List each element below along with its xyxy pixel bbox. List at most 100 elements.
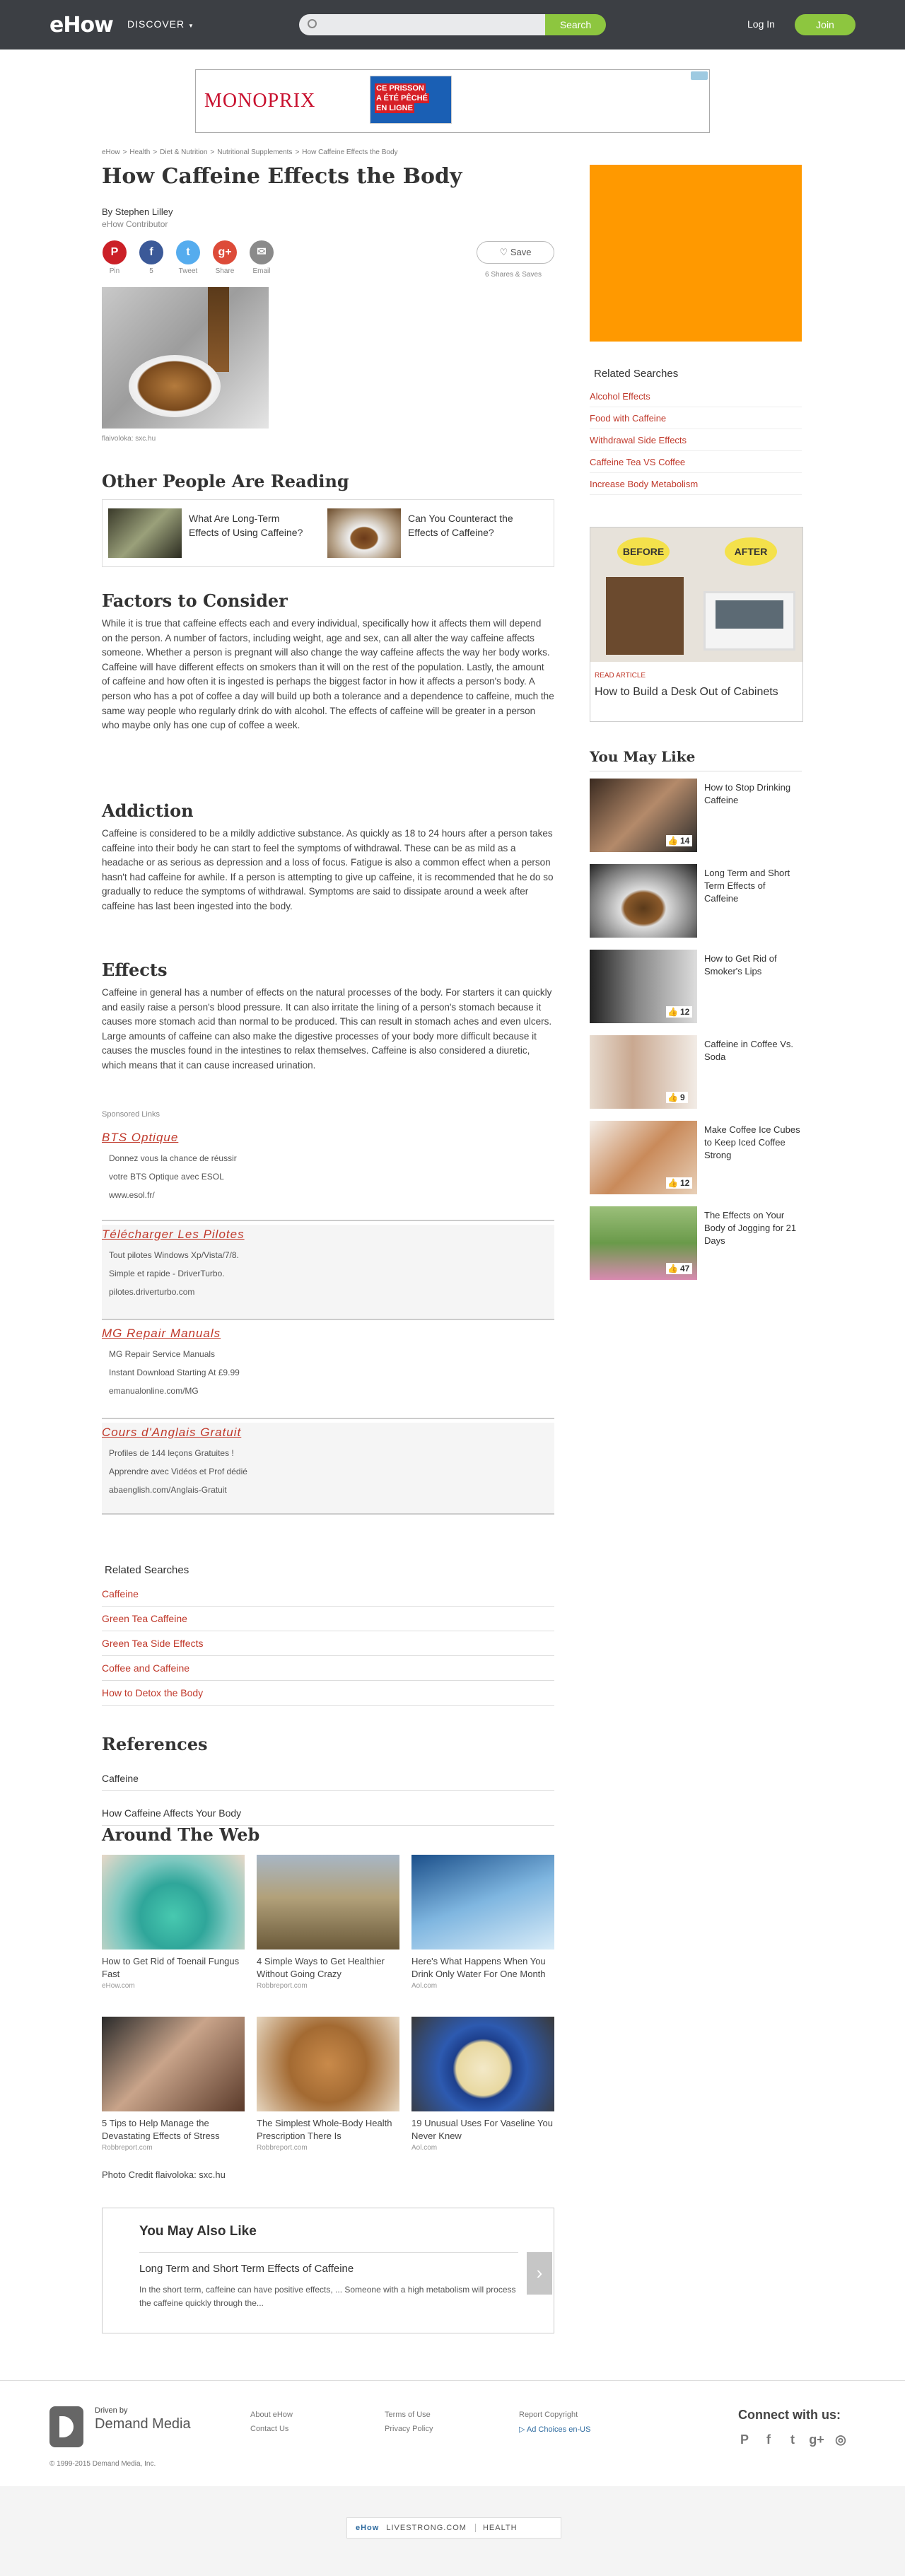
health-link[interactable]: HEALTH <box>474 2524 518 2532</box>
sponsored-ad[interactable]: Cours d'Anglais Gratuit Profiles de 144 … <box>102 1423 554 1515</box>
google-plus-icon[interactable]: g+ <box>809 2432 824 2447</box>
ad-line: Donnez vous la chance de réussir <box>109 1153 237 1163</box>
related-search-link[interactable]: Caffeine <box>102 1582 554 1607</box>
share-pin-button[interactable]: P Pin <box>100 240 129 275</box>
around-web-item[interactable]: How to Get Rid of Toenail Fungus Fast eHo… <box>102 1855 245 1990</box>
like-number: 47 <box>679 1264 690 1274</box>
share-label: 5 <box>149 267 153 275</box>
you-may-like-item[interactable]: 👍 14 How to Stop Drinking Caffeine <box>590 779 802 852</box>
instagram-icon[interactable]: ◎ <box>833 2432 848 2447</box>
ad-url[interactable]: pilotes.driverturbo.com <box>109 1287 554 1297</box>
sidebar-related-searches: Related Searches Alcohol Effects Food wi… <box>590 368 802 495</box>
around-web-source: Aol.com <box>411 2144 438 2152</box>
you-may-like-item[interactable]: 👍 12 How to Get Rid of Smoker's Lips <box>590 950 802 1023</box>
around-web-item[interactable]: The Simplest Whole-Body Health Prescript… <box>257 2017 399 2152</box>
sidebar-related-link[interactable]: Caffeine Tea VS Coffee <box>590 451 802 473</box>
twitter-icon[interactable]: t <box>785 2432 800 2447</box>
related-search-link[interactable]: Coffee and Caffeine <box>102 1656 554 1681</box>
save-button[interactable]: ♡ Save <box>477 241 554 264</box>
promo-title[interactable]: How to Build a Desk Out of Cabinets <box>595 684 778 700</box>
facebook-icon[interactable]: f <box>761 2432 776 2447</box>
ad-url[interactable]: abaenglish.com/Anglais-Gratuit <box>109 1485 554 1495</box>
related-search-link[interactable]: How to Detox the Body <box>102 1681 554 1706</box>
search-button[interactable]: Search <box>545 14 606 35</box>
footer-link[interactable]: Terms of Use <box>385 2411 431 2419</box>
next-arrow-icon[interactable]: › <box>527 2252 552 2295</box>
top-banner-ad[interactable]: MONOPRIX CE PRISSON A ÉTÉ PÊCHÉ EN LIGNE <box>195 69 710 133</box>
sidebar-related-link[interactable]: Increase Body Metabolism <box>590 473 802 495</box>
sponsored-ad[interactable]: MG Repair Manuals MG Repair Service Manu… <box>102 1324 554 1419</box>
ad-line: Tout pilotes Windows Xp/Vista/7/8. <box>109 1250 239 1260</box>
sponsored-ad[interactable]: Télécharger Les Pilotes Tout pilotes Win… <box>102 1225 554 1320</box>
thumbs-up-icon: 👍 <box>667 1092 678 1102</box>
you-may-like-item[interactable]: 👍 47 The Effects on Your Body of Jogging f… <box>590 1206 802 1280</box>
twitter-icon: t <box>176 240 200 264</box>
reading-item[interactable]: Can You Counteract the Effects of Caffei… <box>322 506 534 561</box>
share-facebook-button[interactable]: f5 <box>137 240 165 275</box>
footer-link[interactable]: Report Copyright <box>519 2411 578 2419</box>
discover-label: DISCOVER <box>127 18 185 30</box>
ad-title[interactable]: BTS Optique <box>102 1131 554 1145</box>
footer-link[interactable]: Contact Us <box>250 2425 288 2433</box>
login-link[interactable]: Log In <box>747 18 775 30</box>
you-may-like-item[interactable]: 👍 9 Caffeine in Coffee Vs. Soda <box>590 1035 802 1109</box>
like-count: 👍 47 <box>666 1263 693 1274</box>
adchoices-icon[interactable] <box>691 71 708 80</box>
author-byline[interactable]: By Stephen Lilley <box>102 206 173 217</box>
sidebar-related-link[interactable]: Food with Caffeine <box>590 407 802 429</box>
other-reading-box: What Are Long-Term Effects of Using Caff… <box>102 499 554 567</box>
you-may-also-like-article[interactable]: Long Term and Short Term Effects of Caff… <box>139 2252 518 2310</box>
sponsored-ad[interactable]: BTS Optique Donnez vous la chance de réu… <box>102 1128 554 1221</box>
reference-link[interactable]: How Caffeine Affects Your Body <box>102 1801 554 1826</box>
ad-promo-line: A ÉTÉ PÊCHÉ <box>375 93 429 103</box>
sidebar-promo-card[interactable]: BEFORE AFTER READ ARTICLE How to Build a… <box>590 527 803 722</box>
you-may-like-item[interactable]: Long Term and Short Term Effects of Caff… <box>590 864 802 938</box>
ad-url[interactable]: emanualonline.com/MG <box>109 1386 554 1396</box>
reference-link[interactable]: Caffeine <box>102 1766 554 1791</box>
adchoices-label: Ad Choices en-US <box>526 2425 591 2434</box>
reading-item[interactable]: What Are Long-Term Effects of Using Caff… <box>103 506 315 561</box>
you-may-like-heading: You May Like <box>590 748 696 765</box>
ad-url[interactable]: www.esol.fr/ <box>109 1190 554 1200</box>
breadcrumb-item[interactable]: How Caffeine Effects the Body <box>302 148 397 156</box>
ehow-logo[interactable]: eHow <box>49 13 114 37</box>
livestrong-link[interactable]: LIVESTRONG.COM <box>386 2524 467 2532</box>
sidebar-ad[interactable] <box>590 165 802 342</box>
you-may-like-item[interactable]: 👍 12 Make Coffee Ice Cubes to Keep Iced Co… <box>590 1121 802 1194</box>
join-button[interactable]: Join <box>795 14 856 35</box>
article-description: In the short term, caffeine can have pos… <box>139 2285 516 2308</box>
like-number: 14 <box>679 836 690 846</box>
ad-line: Simple et rapide - DriverTurbo. <box>109 1269 225 1278</box>
share-google-button[interactable]: g+ Share <box>211 240 239 275</box>
article-title[interactable]: Long Term and Short Term Effects of Caff… <box>139 2263 518 2275</box>
ad-title[interactable]: Télécharger Les Pilotes <box>102 1228 554 1242</box>
adchoices-link[interactable]: ▷ Ad Choices en-US <box>519 2425 590 2434</box>
related-search-link[interactable]: Green Tea Side Effects <box>102 1631 554 1656</box>
search-input[interactable] <box>299 14 545 35</box>
share-email-button[interactable]: ✉ Email <box>247 240 276 275</box>
breadcrumb-item[interactable]: Diet & Nutrition <box>160 148 207 156</box>
breadcrumb-item[interactable]: eHow <box>102 148 120 156</box>
demand-media-logo[interactable] <box>49 2406 83 2447</box>
pinterest-icon[interactable]: P <box>737 2432 752 2447</box>
footer-link[interactable]: Privacy Policy <box>385 2425 433 2433</box>
share-twitter-button[interactable]: t Tweet <box>174 240 202 275</box>
discover-menu[interactable]: DISCOVER ▼ <box>127 18 194 30</box>
ad-line: Instant Download Starting At £9.99 <box>109 1368 240 1377</box>
footer-link[interactable]: About eHow <box>250 2411 293 2419</box>
sidebar-related-link[interactable]: Withdrawal Side Effects <box>590 429 802 451</box>
ehow-network-link[interactable]: eHow <box>356 2524 379 2532</box>
around-web-item[interactable]: 5 Tips to Help Manage the Devastating Ef… <box>102 2017 245 2152</box>
breadcrumb-item[interactable]: Health <box>129 148 150 156</box>
you-may-like-title: Long Term and Short Term Effects of Caff… <box>704 868 790 904</box>
ad-title[interactable]: MG Repair Manuals <box>102 1327 554 1341</box>
ad-title[interactable]: Cours d'Anglais Gratuit <box>102 1426 554 1440</box>
around-web-item[interactable]: 19 Unusual Uses For Vaseline You Never K… <box>411 2017 554 2152</box>
around-web-item[interactable]: 4 Simple Ways to Get Healthier Without G… <box>257 1855 399 1990</box>
around-web-item[interactable]: Here's What Happens When You Drink Only … <box>411 1855 554 1990</box>
sidebar-related-link[interactable]: Alcohol Effects <box>590 385 802 407</box>
you-may-also-like-heading: You May Also Like <box>139 2224 257 2239</box>
breadcrumb-item[interactable]: Nutritional Supplements <box>217 148 292 156</box>
you-may-like-image <box>590 864 697 938</box>
related-search-link[interactable]: Green Tea Caffeine <box>102 1607 554 1631</box>
